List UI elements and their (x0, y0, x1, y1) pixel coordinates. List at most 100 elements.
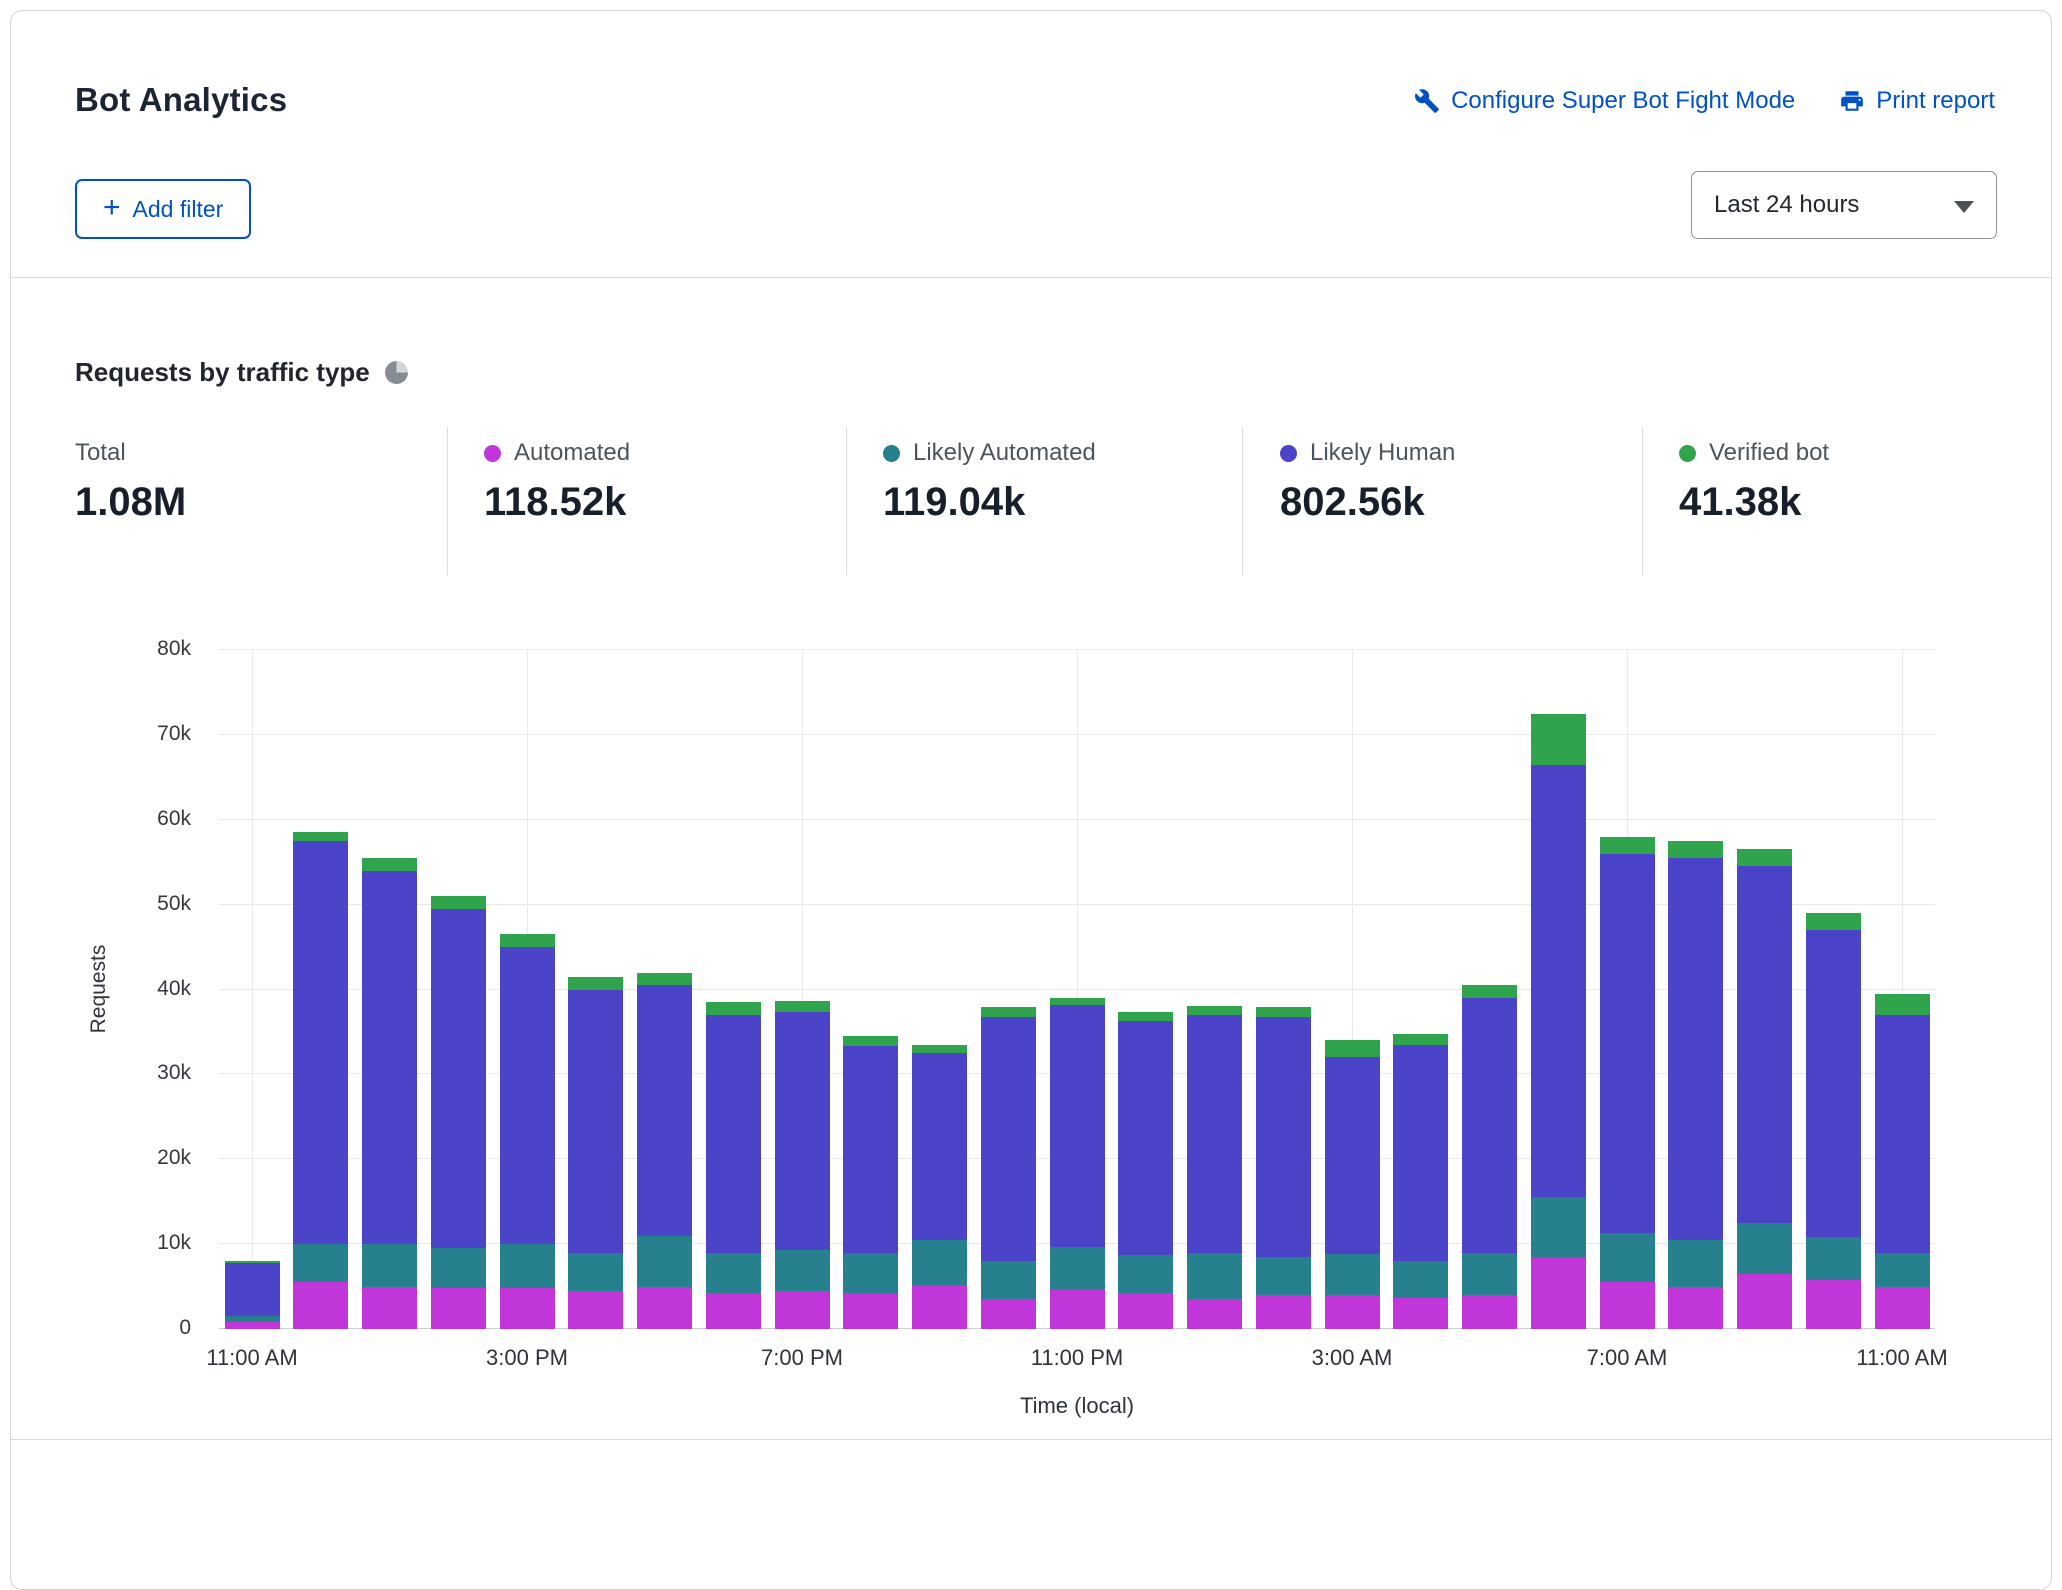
stacked-bar[interactable] (1531, 650, 1586, 1329)
bar-segment-automated (1393, 1298, 1448, 1329)
bar-segment-verified-bot (637, 973, 692, 986)
bar-segment-verified-bot (1187, 1006, 1242, 1014)
stacked-bar[interactable] (1256, 650, 1311, 1329)
stacked-bar[interactable] (1806, 650, 1861, 1329)
stacked-bar[interactable] (775, 650, 830, 1329)
y-tick-label: 80k (11, 637, 191, 661)
bar-segment-likely-automated (1187, 1253, 1242, 1300)
stat-automated[interactable]: Automated 118.52k (484, 439, 630, 525)
stacked-bar[interactable] (362, 650, 417, 1329)
stacked-bar[interactable] (431, 650, 486, 1329)
bar-segment-likely-human (706, 1015, 761, 1253)
bar-segment-likely-human (637, 985, 692, 1235)
y-tick-label: 60k (11, 807, 191, 831)
bar-segment-likely-human (362, 871, 417, 1244)
pie-chart-icon (385, 361, 408, 384)
bar-segment-verified-bot (981, 1007, 1036, 1017)
stacked-bar[interactable] (1187, 650, 1242, 1329)
stat-likely-human-value: 802.56k (1280, 480, 1455, 525)
stat-likely-automated[interactable]: Likely Automated 119.04k (883, 439, 1096, 525)
bar-segment-verified-bot (1737, 849, 1792, 866)
bar-segment-verified-bot (1325, 1040, 1380, 1057)
stacked-bar[interactable] (912, 650, 967, 1329)
stacked-bar[interactable] (1737, 650, 1792, 1329)
stacked-bar[interactable] (843, 650, 898, 1329)
bar-segment-likely-automated (500, 1244, 555, 1288)
x-tick-label: 3:00 AM (1312, 1345, 1393, 1371)
bar-segment-verified-bot (912, 1045, 967, 1053)
add-filter-label: Add filter (133, 196, 224, 223)
bar-segment-likely-human (912, 1053, 967, 1240)
time-range-dropdown[interactable]: Last 24 hours (1691, 171, 1997, 239)
bar-segment-verified-bot (293, 832, 348, 840)
bar-segment-likely-human (1256, 1017, 1311, 1257)
configure-super-bot-fight-mode-link[interactable]: Configure Super Bot Fight Mode (1414, 87, 1795, 115)
stacked-bar[interactable] (1668, 650, 1723, 1329)
bar-segment-likely-human (1875, 1015, 1930, 1253)
y-tick-label: 10k (11, 1231, 191, 1255)
bar-segment-automated (637, 1287, 692, 1329)
stat-automated-label: Automated (514, 439, 630, 467)
stacked-bar[interactable] (1050, 650, 1105, 1329)
bar-segment-automated (1462, 1295, 1517, 1329)
stat-automated-value: 118.52k (484, 480, 630, 525)
section-title-text: Requests by traffic type (75, 357, 370, 388)
stacked-bar[interactable] (1875, 650, 1930, 1329)
stat-likely-human[interactable]: Likely Human 802.56k (1280, 439, 1455, 525)
section-title: Requests by traffic type (75, 357, 408, 388)
stacked-bar[interactable] (293, 650, 348, 1329)
x-tick-label: 11:00 AM (206, 1345, 297, 1371)
bar-segment-likely-human (500, 947, 555, 1244)
bar-segment-automated (568, 1291, 623, 1329)
bar-segment-automated (843, 1293, 898, 1329)
bar-segment-automated (775, 1291, 830, 1329)
stacked-bar[interactable] (1118, 650, 1173, 1329)
bar-segment-automated (1875, 1287, 1930, 1329)
bar-segment-likely-human (225, 1263, 280, 1316)
stacked-bar[interactable] (981, 650, 1036, 1329)
likely-automated-legend-dot (883, 445, 900, 462)
stacked-bar[interactable] (706, 650, 761, 1329)
add-filter-button[interactable]: + Add filter (75, 179, 251, 239)
bar-segment-likely-human (293, 841, 348, 1244)
bar-segment-likely-automated (1050, 1247, 1105, 1289)
stacked-bar[interactable] (1462, 650, 1517, 1329)
stats-separator (1242, 427, 1243, 575)
bar-segment-verified-bot (1393, 1034, 1448, 1045)
bar-segment-likely-automated (1531, 1197, 1586, 1256)
bar-segment-likely-human (1531, 765, 1586, 1198)
bar-segment-likely-human (431, 909, 486, 1249)
wrench-icon (1414, 88, 1440, 114)
bar-segment-automated (431, 1288, 486, 1329)
bar-segment-verified-bot (225, 1261, 280, 1263)
bar-segment-verified-bot (1668, 841, 1723, 858)
bar-segment-likely-human (981, 1017, 1036, 1261)
stacked-bar[interactable] (500, 650, 555, 1329)
stacked-bar[interactable] (1325, 650, 1380, 1329)
chevron-down-icon (1954, 201, 1974, 213)
bar-segment-verified-bot (775, 1001, 830, 1013)
y-tick-label: 20k (11, 1146, 191, 1170)
stacked-bar[interactable] (637, 650, 692, 1329)
bar-segment-likely-human (1462, 998, 1517, 1253)
bar-segment-automated (500, 1288, 555, 1329)
bar-segment-verified-bot (1875, 994, 1930, 1015)
x-tick-label: 11:00 AM (1856, 1345, 1947, 1371)
x-tick-label: 7:00 PM (761, 1345, 843, 1371)
stacked-bar[interactable] (568, 650, 623, 1329)
bar-segment-likely-human (843, 1046, 898, 1252)
stats-separator (447, 427, 448, 575)
x-tick-label: 11:00 PM (1031, 1345, 1124, 1371)
bar-segment-verified-bot (568, 977, 623, 990)
stacked-bar[interactable] (225, 650, 280, 1329)
bar-segment-automated (1325, 1295, 1380, 1329)
stat-total: Total 1.08M (75, 439, 186, 525)
bar-segment-automated (1187, 1299, 1242, 1329)
bar-segment-automated (293, 1282, 348, 1329)
stat-verified-bot[interactable]: Verified bot 41.38k (1679, 439, 1829, 525)
stat-verified-bot-value: 41.38k (1679, 480, 1829, 525)
stacked-bar[interactable] (1600, 650, 1655, 1329)
print-report-link[interactable]: Print report (1839, 87, 1995, 115)
print-link-label: Print report (1876, 87, 1995, 115)
stacked-bar[interactable] (1393, 650, 1448, 1329)
